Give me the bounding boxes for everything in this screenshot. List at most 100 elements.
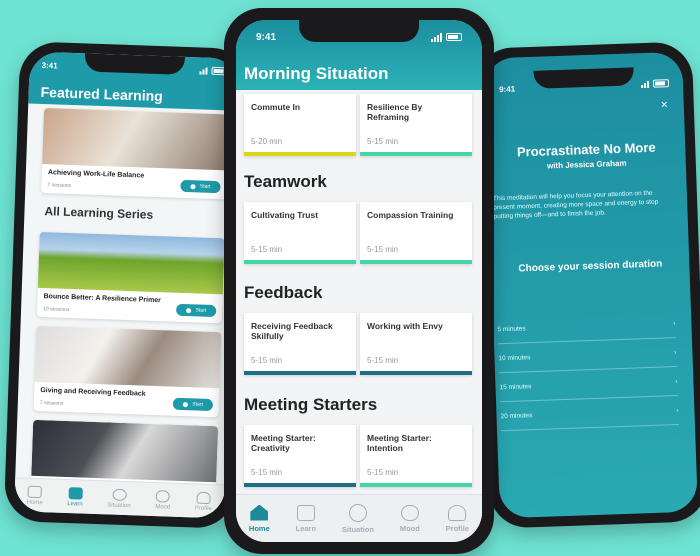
card-accent [360,483,472,487]
duration-label: 15 minutes [499,383,532,392]
weather-icon [400,504,419,521]
status-time: 9:41 [256,31,277,43]
nav-home[interactable]: Home [27,485,44,506]
signal-icon [199,67,208,75]
book-icon [296,504,315,521]
nav-label: Home [248,523,270,533]
situation-card[interactable]: Compassion Training 5-15 min [360,202,472,264]
card-title: Resilience By Reframing [367,102,423,123]
close-icon[interactable]: × [660,97,667,111]
duration-option[interactable]: 20 minutes › [500,397,679,432]
card-accent [244,260,356,264]
situation-card[interactable]: Meeting Starter: Intention 5-15 min [360,425,472,487]
play-icon [183,401,189,407]
card-title: Working with Envy [367,321,443,331]
card-duration: 5-15 min [251,356,283,365]
nav-label: Profile [445,523,470,533]
start-button[interactable]: Start [176,303,217,318]
series-image [37,231,225,295]
card-accent [244,371,356,375]
series-card[interactable]: Giving and Receiving Feedback 7 sessions… [33,325,222,418]
card-duration: 5-15 min [367,468,399,477]
nav-mood[interactable]: Mood [155,489,171,510]
start-button[interactable]: Start [173,397,214,412]
nav-label: Situation [107,501,131,509]
center-screen: 9:41 Morning Situation Commute In 5-20 m… [236,20,482,542]
nav-learn[interactable]: Learn [67,486,83,507]
situation-card[interactable]: Working with Envy 5-15 min [360,313,472,375]
right-screen: 9:41 × Procrastinate No More with Jessic… [484,51,698,519]
card-title: Commute In [251,102,301,112]
nav-label: Learn [295,523,317,533]
profile-icon [196,491,211,504]
card-title: Meeting Starter: Intention [367,433,432,454]
nav-mood[interactable]: Mood [399,504,420,533]
duration-label: 10 minutes [498,354,531,363]
nav-label: Mood [399,523,420,533]
status-icons [641,79,670,88]
chevron-right-icon: › [674,349,677,357]
play-icon [186,307,192,313]
situation-icon [112,488,127,501]
weather-icon [155,489,171,503]
play-icon [190,183,197,189]
status-icons [431,32,462,42]
notch [533,67,635,89]
signal-icon [641,80,650,88]
start-label: Start [192,401,203,408]
card-accent [244,152,356,156]
chevron-right-icon: › [676,407,679,415]
card-title: Cultivating Trust [251,210,319,220]
session-description: This meditation will help you focus your… [492,189,659,220]
nav-situation[interactable]: Situation [341,503,374,534]
card-accent [244,483,356,487]
nav-profile[interactable]: Profile [445,504,470,533]
nav-profile[interactable]: Profile [195,491,213,512]
page-title: Morning Situation [244,64,389,83]
left-screen: 3:41 Featured Learning Achieving Work-Li… [14,51,240,519]
battery-icon [446,33,462,41]
right-phone: 9:41 × Procrastinate No More with Jessic… [473,41,700,529]
card-title: Compassion Training [367,210,454,220]
card-title: Meeting Starter: Creativity [251,433,316,454]
card-duration: 5-15 min [367,245,399,254]
situation-card[interactable]: Resilience By Reframing 5-15 min [360,94,472,156]
profile-icon [448,504,467,521]
situation-card[interactable]: Cultivating Trust 5-15 min [244,202,356,264]
card-duration: 5-15 min [251,245,283,254]
nav-label: Home [26,499,43,506]
choose-duration-label: Choose your session duration [518,258,663,275]
series-image [34,325,222,389]
duration-label: 20 minutes [500,412,533,421]
series-image [31,419,219,483]
card-duration: 5-20 min [251,137,283,146]
nav-home[interactable]: Home [248,504,270,533]
notch [84,53,185,75]
signal-icon [431,32,442,42]
card-accent [360,260,472,264]
home-icon [27,485,43,498]
nav-learn[interactable]: Learn [295,504,317,533]
start-button[interactable]: Start [180,179,221,194]
card-accent [360,152,472,156]
card-duration: 5-15 min [251,468,283,477]
bottom-nav: Home Learn Situation Mood Profile [14,477,226,519]
nav-situation[interactable]: Situation [107,488,131,509]
home-icon [250,504,269,521]
nav-label: Situation [341,524,374,534]
battery-icon [652,79,670,88]
series-card[interactable]: Bounce Better: A Resilience Primer 10 se… [36,231,225,324]
situation-card[interactable]: Receiving Feedback Skilfully 5-15 min [244,313,356,375]
card-title: Receiving Feedback Skilfully [251,321,333,342]
section-title: All Learning Series [44,204,154,222]
situation-icon [348,503,367,522]
notch [299,20,419,42]
chevron-right-icon: › [673,320,676,328]
chevron-right-icon: › [675,378,678,386]
card-accent [360,371,472,375]
situation-card[interactable]: Commute In 5-20 min [244,94,356,156]
situation-card[interactable]: Meeting Starter: Creativity 5-15 min [244,425,356,487]
left-phone: 3:41 Featured Learning Achieving Work-Li… [3,41,251,529]
section-title: Feedback [244,283,323,302]
featured-card[interactable]: Achieving Work-Life Balance 7 sessions S… [41,107,230,200]
